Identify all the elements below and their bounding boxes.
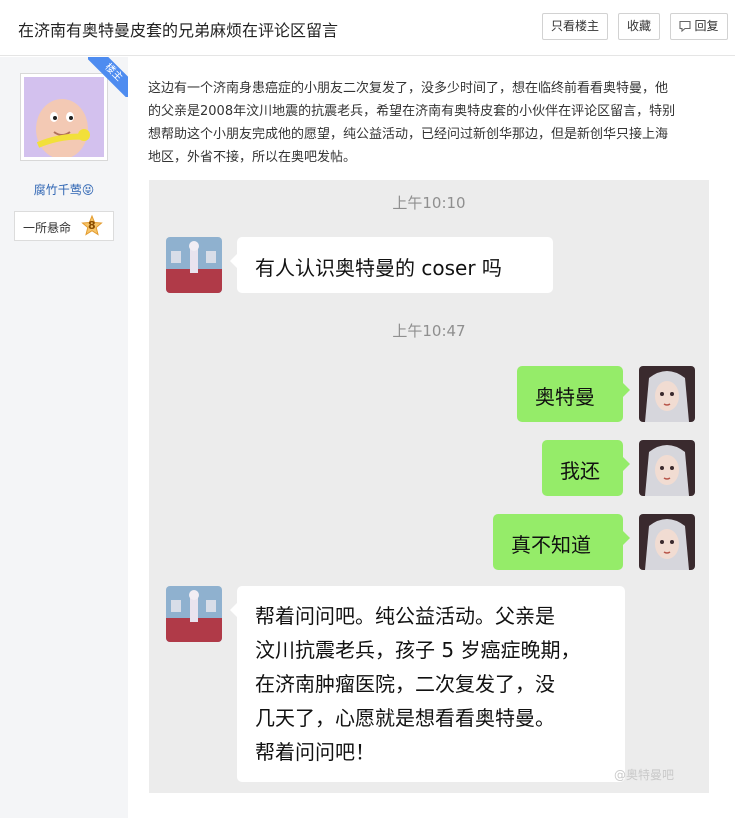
- op-badge: 楼主: [88, 57, 128, 97]
- chat-bubble-incoming: 有人认识奥特曼的 coser 吗: [230, 237, 553, 293]
- chat-screenshot[interactable]: 上午10:10 有人认识奥特曼的 coser 吗 上午10:47 奥特曼 我还 …: [149, 180, 709, 793]
- post-line: 的父亲是2008年汶川地震的抗震老兵，希望在济南有奥特皮套的小伙伴在评论区留言，…: [148, 104, 676, 119]
- chat-message: 帮着问问吧。纯公益活动。父亲是 汶川抗震老兵，孩子 5 岁癌症晚期， 在济南肿瘤…: [237, 586, 625, 782]
- anime-avatar: [639, 440, 695, 496]
- chat-message-line: 帮着问问吧。纯公益活动。父亲是: [255, 604, 555, 628]
- level-number: 8: [88, 219, 96, 232]
- chat-message-line: 汶川抗震老兵，孩子 5 岁癌症晚期，: [255, 638, 581, 662]
- chat-bubble-outgoing: 奥特曼: [517, 366, 630, 422]
- anime-avatar: [639, 514, 695, 570]
- post-line: 想帮助这个小朋友完成他的愿望，纯公益活动，已经问过新创华那边，但是新创华只接上海: [148, 127, 669, 142]
- chat-bubble-incoming: 帮着问问吧。纯公益活动。父亲是 汶川抗震老兵，孩子 5 岁癌症晚期， 在济南肿瘤…: [230, 586, 625, 782]
- chat-message: 有人认识奥特曼的 coser 吗: [255, 256, 502, 280]
- comment-icon: [679, 16, 692, 41]
- post-title: 在济南有奥特曼皮套的兄弟麻烦在评论区留言: [18, 21, 339, 40]
- chat-message-line: 帮着问问吧！: [255, 740, 375, 764]
- chat-message: 奥特曼: [535, 385, 595, 409]
- author-username[interactable]: 腐竹千莺😝: [0, 181, 128, 198]
- anime-avatar: [639, 366, 695, 422]
- chat-timestamp: 上午10:10: [392, 194, 466, 212]
- post-body: 这边有一个济南身患癌症的小朋友二次复发了，没多少时间了，想在临终前看看奥特曼，他…: [148, 77, 718, 169]
- chat-message: 我还: [560, 459, 600, 483]
- image-watermark: @奥特曼吧: [614, 768, 675, 782]
- chat-message: 真不知道: [511, 533, 591, 557]
- only-op-button[interactable]: 只看楼主: [542, 13, 608, 40]
- level-name: 一所悬命: [23, 221, 72, 235]
- level-badge[interactable]: 一所悬命 8: [14, 211, 114, 241]
- reply-button[interactable]: 回复: [670, 13, 728, 40]
- post-line: 地区，外省不接，所以在奥吧发帖。: [148, 150, 357, 165]
- chat-message-line: 在济南肿瘤医院，二次复发了，没: [255, 672, 555, 696]
- chat-bubble-outgoing: 真不知道: [493, 514, 630, 570]
- chat-message-line: 几天了，心愿就是想看看奥特曼。: [255, 706, 555, 730]
- reply-label: 回复: [694, 19, 719, 33]
- chat-timestamp: 上午10:47: [392, 322, 466, 340]
- author-sidebar: 楼主 腐竹千莺😝 一所悬命 8: [0, 57, 128, 818]
- post-line: 这边有一个济南身患癌症的小朋友二次复发了，没多少时间了，想在临终前看看奥特曼，他: [148, 81, 669, 96]
- favorite-button[interactable]: 收藏: [618, 13, 660, 40]
- stage-avatar: [166, 237, 222, 293]
- post-header: 在济南有奥特曼皮套的兄弟麻烦在评论区留言 只看楼主 收藏 回复: [0, 0, 735, 56]
- stage-avatar: [166, 586, 222, 642]
- chat-bubble-outgoing: 我还: [542, 440, 630, 496]
